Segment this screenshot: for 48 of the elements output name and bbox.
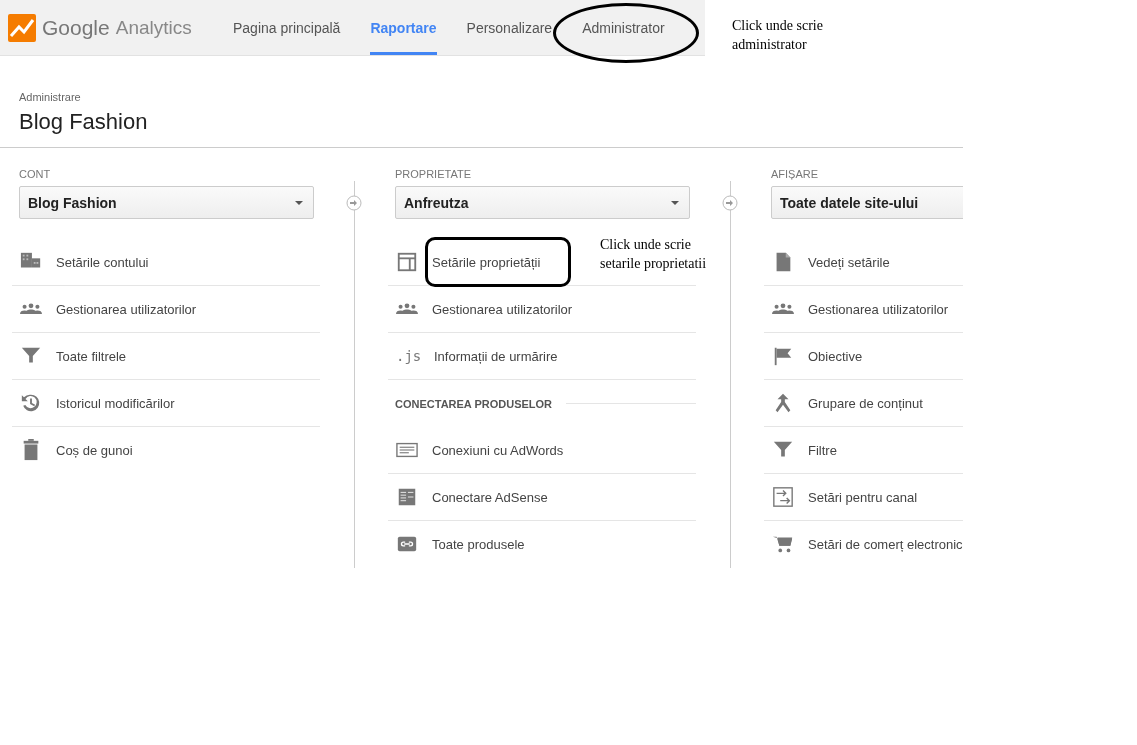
annotation-text: Click unde scrie administrator xyxy=(732,17,824,54)
column-heading: CONT xyxy=(18,168,52,182)
dropdown[interactable]: Blog Fashion xyxy=(19,186,314,219)
arrow-circle-icon xyxy=(722,195,738,211)
nav-tab[interactable]: Personalizare xyxy=(466,0,553,55)
window-icon xyxy=(396,251,418,273)
caret-icon xyxy=(295,200,303,205)
menu-link[interactable]: Conectare AdSense xyxy=(432,489,548,505)
menu-link[interactable]: Toate produsele xyxy=(432,536,525,552)
menu-link[interactable]: Setările contului xyxy=(56,254,149,270)
menu-link[interactable]: Coș de gunoi xyxy=(56,442,133,458)
people-icon xyxy=(772,303,794,315)
menu-link[interactable]: Gestionarea utilizatorilor xyxy=(56,301,197,317)
dropdown[interactable]: Toate datele site-ului xyxy=(771,186,963,219)
menu-link[interactable]: Obiective xyxy=(808,348,863,364)
menu-link[interactable]: Setările proprietății xyxy=(432,254,541,270)
arrows-icon xyxy=(772,486,794,508)
menu-link[interactable]: Vedeți setările xyxy=(808,254,890,270)
menu-link[interactable]: Conexiuni cu AdWords xyxy=(432,442,564,458)
menu-link[interactable]: Gestionarea utilizatorilor xyxy=(808,301,949,317)
menu-link[interactable]: Grupare de conținut xyxy=(808,395,923,411)
script-icon: .js xyxy=(396,348,420,364)
breadcrumb: Administrare xyxy=(19,91,82,103)
nav-tab[interactable]: Pagina principală xyxy=(233,0,341,55)
nav-tab[interactable]: Administrator xyxy=(582,0,665,55)
section-heading: CONECTAREA PRODUSELOR xyxy=(395,397,553,410)
menu-link[interactable]: Istoricul modificărilor xyxy=(56,395,175,411)
menu-link[interactable]: Setări de comerț electronic xyxy=(808,536,963,552)
page-title: Blog Fashion xyxy=(19,109,149,135)
menu-link[interactable]: Gestionarea utilizatorilor xyxy=(432,301,573,317)
column-heading: PROPRIETATE xyxy=(394,168,472,182)
menu-link[interactable]: Toate filtrele xyxy=(56,348,127,364)
annotation-text: Click unde scrie setarile proprietatii xyxy=(600,236,708,273)
menu-link[interactable]: Informații de urmărire xyxy=(434,348,558,364)
logo-text: Google xyxy=(42,15,110,40)
product-name: Analytics xyxy=(115,16,192,39)
logo-icon xyxy=(8,13,36,42)
history-icon xyxy=(20,392,42,414)
people-icon xyxy=(20,303,42,315)
dropdown[interactable]: Anfreutza xyxy=(395,186,690,219)
caret-icon xyxy=(671,200,679,205)
menu-link[interactable]: Filtre xyxy=(808,442,837,458)
menu-link[interactable]: Setări pentru canal xyxy=(808,489,918,505)
people-icon xyxy=(396,303,418,315)
flag-icon xyxy=(772,345,794,367)
arrow-circle-icon xyxy=(346,195,362,211)
column-heading: AFIȘARE xyxy=(770,168,820,182)
list-icon xyxy=(396,486,418,508)
